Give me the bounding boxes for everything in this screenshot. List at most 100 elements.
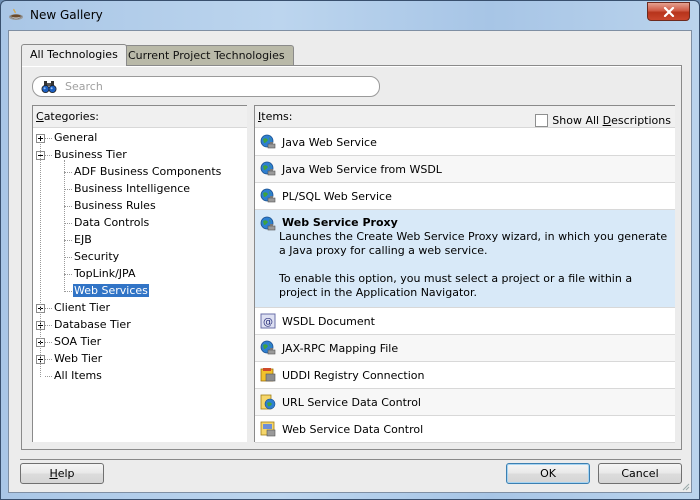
gallery-item-label: URL Service Data Control	[282, 395, 421, 409]
tree-item-label: All Items	[54, 369, 102, 382]
show-all-descriptions-checkbox[interactable]: Show All Descriptions	[535, 110, 671, 131]
tab-panel-all-technologies: Categories: GeneralBusiness TierADF Busi…	[21, 65, 682, 450]
tree-item-label: EJB	[74, 233, 92, 246]
tree-item-label: TopLink/JPA	[74, 267, 136, 280]
gallery-item-web-service-data-control[interactable]: Web Service Data Control	[255, 416, 675, 443]
tree-item-toplink-jpa[interactable]: TopLink/JPA	[73, 265, 137, 282]
tree-connector	[64, 291, 72, 292]
search-field[interactable]	[32, 76, 380, 97]
close-button[interactable]	[647, 2, 690, 21]
tree-item-label: ADF Business Components	[74, 165, 222, 178]
gallery-item-uddi-registry-connection[interactable]: UDDI Registry Connection	[255, 362, 675, 389]
help-button[interactable]: Help	[20, 463, 104, 484]
gallery-item-description: Launches the Create Web Service Proxy wi…	[279, 230, 669, 300]
tree-connector	[64, 274, 72, 275]
gallery-item-url-service-data-control[interactable]: URL Service Data Control	[255, 389, 675, 416]
web-service-data-control-icon	[260, 421, 276, 437]
checkbox-box[interactable]	[535, 114, 549, 127]
search-input[interactable]	[65, 79, 365, 94]
web-service-globe-icon	[260, 216, 276, 231]
tree-connector	[64, 206, 72, 207]
gallery-item-jax-rpc-mapping-file[interactable]: JAX-RPC Mapping File	[255, 335, 675, 362]
gallery-item-label: JAX-RPC Mapping File	[282, 341, 399, 355]
tree-item-business-rules[interactable]: Business Rules	[73, 197, 157, 214]
tab-current-project-technologies[interactable]: Current Project Technologies	[119, 45, 294, 65]
tree-connector	[64, 172, 72, 173]
title-bar[interactable]: New Gallery	[1, 1, 699, 29]
gallery-item-label: Java Web Service	[282, 135, 377, 149]
ok-button[interactable]: OK	[506, 463, 590, 484]
uddi-registry-icon	[260, 368, 276, 382]
description-paragraph: To enable this option, you must select a…	[279, 272, 633, 299]
web-service-globe-icon	[260, 188, 276, 203]
web-service-globe-icon	[260, 340, 276, 355]
tree-item-label: Client Tier	[54, 301, 111, 314]
tree-item-adf-business-components[interactable]: ADF Business Components	[73, 163, 222, 180]
gallery-item-wsdl-document[interactable]: @ WSDL Document	[255, 308, 675, 335]
tree-item-security[interactable]: Security	[73, 248, 120, 265]
gallery-item-label: WSDL Document	[282, 314, 375, 328]
items-panel: Items: Show All Descriptions Java Web Se…	[254, 105, 675, 443]
binoculars-icon	[41, 81, 57, 93]
gallery-item-label: Web Service Proxy	[282, 216, 398, 229]
tree-connector	[45, 155, 52, 156]
tree-item-label: Data Controls	[74, 216, 150, 229]
tree-item-label: Security	[74, 250, 120, 263]
tree-connector	[64, 189, 72, 190]
tree-connector	[45, 359, 52, 360]
tree-item-label: Web Services	[73, 284, 149, 297]
tree-connector	[45, 325, 52, 326]
tree-item-label: General	[54, 131, 98, 144]
tab-all-technologies[interactable]: All Technologies	[21, 44, 127, 66]
tree-item-label: Business Intelligence	[74, 182, 191, 195]
gallery-item-pl-sql-web-service[interactable]: PL/SQL Web Service	[255, 183, 675, 210]
tree-item-data-controls[interactable]: Data Controls	[73, 214, 150, 231]
gallery-item-label: PL/SQL Web Service	[282, 189, 392, 203]
tree-item-label: Web Tier	[54, 352, 103, 365]
tree-item-web-services[interactable]: Web Services	[73, 282, 149, 299]
url-data-control-icon	[260, 394, 276, 410]
tree-connector	[64, 160, 65, 292]
tree-item-general[interactable]: General	[53, 129, 98, 146]
tree-item-soa-tier[interactable]: SOA Tier	[53, 333, 102, 350]
tree-connector	[45, 342, 52, 343]
tree-connector	[45, 138, 52, 139]
tree-connector	[45, 308, 52, 309]
gallery-item-label: Java Web Service from WSDL	[282, 162, 442, 176]
resize-grip-icon[interactable]	[680, 481, 690, 491]
tree-connector	[64, 240, 72, 241]
gallery-item-java-web-service-from-wsdl[interactable]: Java Web Service from WSDL	[255, 156, 675, 183]
description-paragraph: Launches the Create Web Service Proxy wi…	[279, 230, 668, 257]
tree-connector	[64, 257, 72, 258]
window-title: New Gallery	[30, 8, 103, 22]
tree-connector	[40, 142, 41, 377]
tree-connector	[64, 223, 72, 224]
new-gallery-dialog: New Gallery Current Project Technologies…	[0, 0, 700, 500]
close-icon	[663, 6, 674, 17]
tree-item-database-tier[interactable]: Database Tier	[53, 316, 132, 333]
tree-item-label: SOA Tier	[54, 335, 102, 348]
tree-connector	[45, 376, 52, 377]
web-service-globe-icon	[260, 161, 276, 176]
svg-text:@: @	[263, 317, 273, 328]
tree-item-ejb[interactable]: EJB	[73, 231, 93, 248]
tree-item-business-intelligence[interactable]: Business Intelligence	[73, 180, 191, 197]
show-all-descriptions-label: Show All Descriptions	[552, 114, 671, 127]
tree-item-all-items[interactable]: All Items	[53, 367, 103, 384]
tree-item-web-tier[interactable]: Web Tier	[53, 350, 103, 367]
wsdl-document-icon: @	[260, 313, 276, 329]
categories-panel: Categories: General Business Tier ADF Busi…	[32, 105, 247, 442]
gallery-item-java-web-service[interactable]: Java Web Service	[255, 129, 675, 156]
cancel-button[interactable]: Cancel	[598, 463, 682, 484]
coffee-cup-icon	[9, 8, 23, 20]
tree-item-client-tier[interactable]: Client Tier	[53, 299, 111, 316]
gallery-item-web-service-proxy[interactable]: Web Service Proxy Launches the Create Web…	[255, 210, 675, 308]
web-service-globe-icon	[260, 134, 276, 149]
gallery-item-label: UDDI Registry Connection	[282, 368, 425, 382]
tree-item-label: Business Rules	[74, 199, 156, 212]
gallery-item-label: Web Service Data Control	[282, 422, 424, 436]
dialog-content: Current Project Technologies All Technol…	[8, 30, 692, 493]
tree-item-label: Database Tier	[54, 318, 131, 331]
button-separator	[20, 459, 681, 460]
items-header: Items: Show All Descriptions	[255, 106, 675, 128]
